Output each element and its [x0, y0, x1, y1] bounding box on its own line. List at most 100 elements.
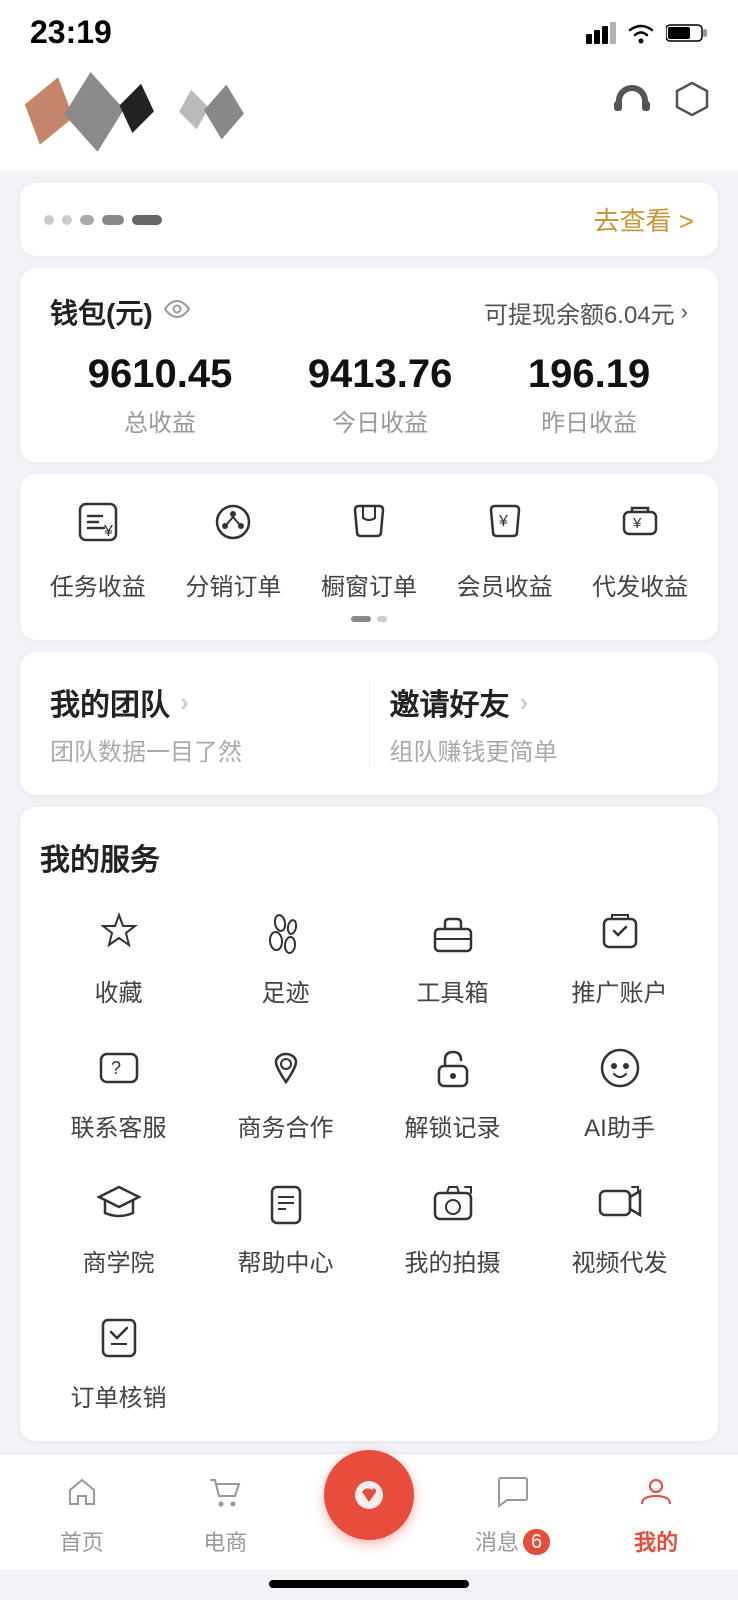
menu-item-shelf[interactable]: 橱窗订单 — [309, 498, 429, 602]
task-icon: ¥ — [74, 498, 122, 557]
home-icon — [64, 1474, 100, 1519]
invite-chevron-icon: › — [520, 687, 529, 718]
tab-home[interactable]: 首页 — [10, 1474, 154, 1557]
services-title: 我的服务 — [40, 835, 698, 879]
service-item-promotion[interactable]: 推广账户 — [541, 903, 698, 1008]
menu-pagination — [30, 616, 708, 630]
service-item-academy[interactable]: 商学院 — [40, 1173, 197, 1278]
dot-2 — [62, 215, 72, 225]
invite-section[interactable]: 邀请好友 › 组队赚钱更简单 — [390, 680, 689, 767]
menu-label-proxy: 代发收益 — [592, 567, 688, 602]
menu-dot-1 — [351, 616, 371, 622]
mine-icon — [638, 1474, 674, 1519]
service-label-toolbox: 工具箱 — [417, 973, 489, 1008]
invite-title: 邀请好友 › — [390, 680, 689, 724]
team-divider — [369, 680, 370, 767]
service-label-video: 视频代发 — [572, 1243, 668, 1278]
wallet-stats: 9610.45 总收益 9413.76 今日收益 196.19 昨日收益 — [50, 352, 688, 438]
banner-dots — [44, 215, 162, 225]
menu-label-distribution: 分销订单 — [185, 567, 281, 602]
stat-total: 9610.45 总收益 — [88, 352, 233, 438]
menu-item-distribution[interactable]: 分销订单 — [173, 498, 293, 602]
tab-center[interactable] — [297, 1450, 441, 1540]
signal-icon — [586, 22, 616, 44]
my-team-sub: 团队数据一目了然 — [50, 732, 349, 767]
svg-text:¥: ¥ — [103, 523, 113, 540]
order-icon — [89, 1308, 149, 1368]
status-time: 23:19 — [30, 14, 112, 51]
stat-today: 9413.76 今日收益 — [308, 352, 453, 438]
dot-4 — [102, 215, 124, 225]
service-label-unlock: 解锁记录 — [405, 1108, 501, 1143]
wallet-header: 钱包(元) 可提现余额6.04元 › — [50, 292, 688, 332]
service-label-help: 帮助中心 — [238, 1243, 334, 1278]
service-item-unlock[interactable]: 解锁记录 — [374, 1038, 531, 1143]
service-item-favorites[interactable]: 收藏 — [40, 903, 197, 1008]
messages-badge: 6 — [523, 1529, 550, 1555]
stat-total-label: 总收益 — [88, 403, 233, 438]
team-card: 我的团队 › 团队数据一目了然 邀请好友 › 组队赚钱更简单 — [20, 652, 718, 795]
help-icon — [256, 1173, 316, 1233]
service-item-support[interactable]: ? 联系客服 — [40, 1038, 197, 1143]
tab-messages[interactable]: 消息6 — [441, 1474, 585, 1557]
member-icon: ¥ — [481, 498, 529, 557]
footprint-icon — [256, 903, 316, 963]
photo-icon — [423, 1173, 483, 1233]
support-icon: ? — [89, 1038, 149, 1098]
service-item-photo[interactable]: 我的拍摄 — [374, 1173, 531, 1278]
invite-sub: 组队赚钱更简单 — [390, 732, 689, 767]
service-item-video[interactable]: 视频代发 — [541, 1173, 698, 1278]
tab-home-label: 首页 — [60, 1525, 104, 1557]
my-team-section[interactable]: 我的团队 › 团队数据一目了然 — [50, 680, 349, 767]
service-label-ai: AI助手 — [584, 1108, 655, 1143]
wallet-available[interactable]: 可提现余额6.04元 › — [484, 295, 688, 330]
center-icon — [324, 1450, 414, 1540]
menu-grid: ¥ 任务收益 分销订单 — [30, 498, 708, 602]
tab-ecommerce[interactable]: 电商 — [154, 1474, 298, 1557]
tab-mine-label: 我的 — [634, 1525, 678, 1557]
service-item-business[interactable]: 商务合作 — [207, 1038, 364, 1143]
menu-item-member[interactable]: ¥ 会员收益 — [445, 498, 565, 602]
service-item-ai[interactable]: AI助手 — [541, 1038, 698, 1143]
business-icon — [256, 1038, 316, 1098]
toolbox-icon — [423, 903, 483, 963]
tab-bar: 首页 电商 消息6 — [0, 1453, 738, 1570]
dot-1 — [44, 215, 54, 225]
video-icon — [590, 1173, 650, 1233]
diamond-3 — [115, 81, 158, 136]
headphone-button[interactable] — [610, 77, 654, 121]
banner-card[interactable]: 去查看 > — [20, 183, 718, 256]
diamond-2 — [61, 69, 128, 154]
hexagon-button[interactable] — [670, 77, 714, 121]
proxy-icon: ¥ — [616, 498, 664, 557]
tab-mine[interactable]: 我的 — [584, 1474, 728, 1557]
diamond-5 — [202, 82, 247, 140]
header — [0, 61, 738, 171]
home-indicator — [269, 1580, 469, 1588]
my-team-title: 我的团队 › — [50, 680, 349, 724]
dot-5 — [132, 215, 162, 225]
star-icon — [89, 903, 149, 963]
eye-icon[interactable] — [163, 299, 191, 325]
message-icon — [495, 1474, 531, 1519]
menu-item-proxy[interactable]: ¥ 代发收益 — [580, 498, 700, 602]
promotion-icon — [590, 903, 650, 963]
menu-label-shelf: 橱窗订单 — [321, 567, 417, 602]
menu-item-task[interactable]: ¥ 任务收益 — [38, 498, 158, 602]
menu-label-task: 任务收益 — [50, 567, 146, 602]
service-item-toolbox[interactable]: 工具箱 — [374, 903, 531, 1008]
service-item-order[interactable]: 订单核销 — [40, 1308, 197, 1413]
stat-yesterday-label: 昨日收益 — [528, 403, 650, 438]
tab-messages-label: 消息6 — [475, 1525, 550, 1557]
banner-link[interactable]: 去查看 > — [594, 201, 694, 238]
svg-text:¥: ¥ — [632, 515, 642, 532]
shelf-icon — [345, 498, 393, 557]
svg-text:¥: ¥ — [498, 513, 508, 530]
service-label-photo: 我的拍摄 — [405, 1243, 501, 1278]
ecommerce-icon — [207, 1474, 243, 1519]
service-item-footprint[interactable]: 足迹 — [207, 903, 364, 1008]
stat-today-label: 今日收益 — [308, 403, 453, 438]
service-item-help[interactable]: 帮助中心 — [207, 1173, 364, 1278]
chevron-right-icon: › — [681, 299, 688, 325]
service-label-promotion: 推广账户 — [572, 973, 668, 1008]
